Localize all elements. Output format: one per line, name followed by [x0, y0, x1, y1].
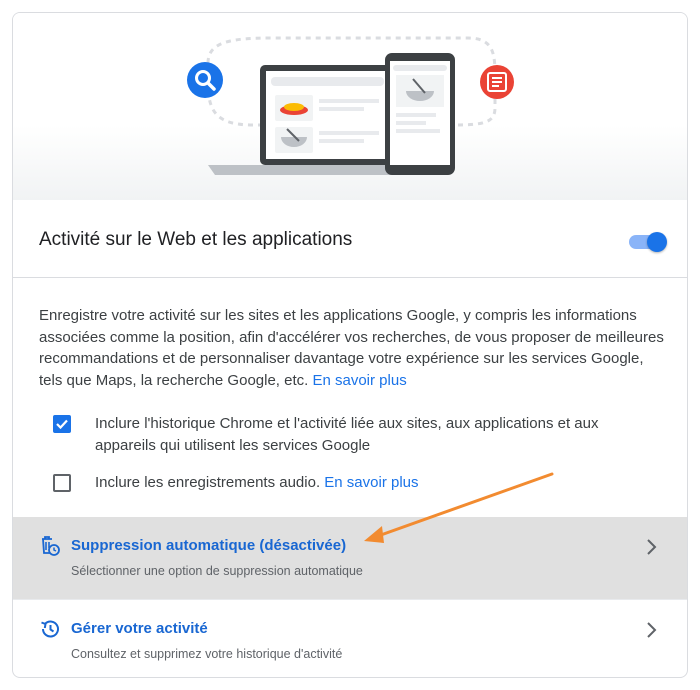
chrome-history-label: Inclure l'historique Chrome et l'activit…: [95, 415, 599, 454]
audio-label-wrap: Inclure les enregistrements audio. En sa…: [95, 472, 655, 494]
check-icon: [56, 419, 68, 430]
audio-checkbox[interactable]: [53, 474, 71, 492]
activity-card: Activité sur le Web et les applications …: [12, 12, 688, 678]
manage-activity-title: Gérer votre activité: [71, 620, 208, 637]
auto-delete-icon: [42, 536, 60, 556]
auto-delete-title: Suppression automatique (désactivée): [71, 537, 347, 554]
manage-activity-subtitle: Consultez et supprimez votre historique …: [71, 647, 343, 661]
auto-delete-subtitle: Sélectionner une option de suppression a…: [71, 564, 363, 578]
hero-illustration: [13, 13, 687, 200]
page-title: Activité sur le Web et les applications: [39, 229, 353, 250]
history-icon: [41, 620, 59, 638]
search-icon: [187, 62, 223, 98]
activity-description: Enregistre votre activité sur les sites …: [39, 305, 669, 391]
chevron-right-icon: [647, 539, 657, 555]
toggle-knob: [647, 232, 667, 252]
manage-activity-row[interactable]: Gérer votre activité Consultez et suppri…: [13, 599, 687, 677]
activity-header: Activité sur le Web et les applications: [13, 200, 687, 278]
audio-label: Inclure les enregistrements audio.: [95, 474, 321, 491]
chrome-history-checkbox[interactable]: [53, 415, 71, 433]
audio-learn-more-link[interactable]: En savoir plus: [324, 474, 418, 491]
activity-toggle[interactable]: [629, 230, 669, 254]
article-icon: [480, 65, 514, 99]
learn-more-link[interactable]: En savoir plus: [312, 372, 406, 389]
auto-delete-row[interactable]: Suppression automatique (désactivée) Sél…: [13, 517, 687, 599]
chevron-right-icon: [647, 622, 657, 638]
devices-illustration: [187, 36, 514, 175]
